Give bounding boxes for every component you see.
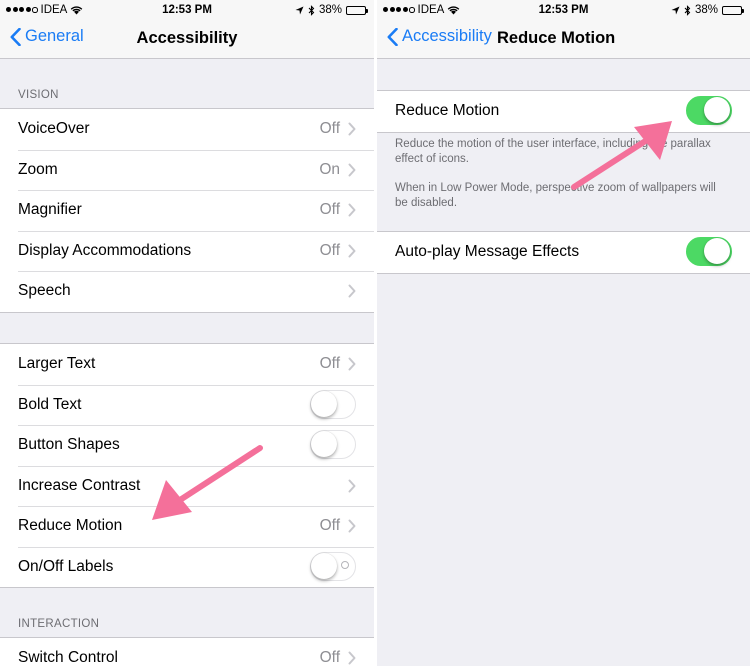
section-header-interaction: INTERACTION — [18, 618, 100, 630]
auto-play-row: Auto-play Message Effects — [377, 232, 750, 273]
row-value: Off — [319, 649, 340, 666]
settings-row-magnifier[interactable]: Magnifier Off — [0, 190, 374, 231]
settings-row-display-accommodations[interactable]: Display Accommodations Off — [0, 230, 374, 272]
settings-row-button-shapes[interactable]: Button Shapes — [0, 425, 374, 466]
settings-row-voiceover[interactable]: VoiceOver Off — [0, 109, 374, 150]
chevron-right-icon — [348, 519, 356, 533]
row-value: On — [319, 160, 340, 178]
row-label: Speech — [18, 282, 71, 300]
status-bar: IDEA 12:53 PM 38% — [0, 0, 374, 20]
row-label: VoiceOver — [18, 120, 90, 138]
back-button-label: General — [25, 27, 84, 45]
row-value: Off — [319, 241, 340, 259]
settings-row-larger-text[interactable]: Larger Text Off — [0, 344, 374, 385]
chevron-right-icon — [348, 163, 356, 176]
chevron-right-icon — [348, 244, 356, 257]
row-label: Reduce Motion — [18, 517, 123, 535]
reduce-motion-description: Reduce the motion of the user interface,… — [395, 138, 711, 165]
low-power-mode-note: When in Low Power Mode, perspective zoom… — [395, 182, 716, 209]
row-value: Off — [319, 355, 340, 373]
row-label: Magnifier — [18, 201, 82, 219]
vision-group: VoiceOver Off Zoom On Magnifier Off Display Ac… — [0, 108, 374, 313]
battery-icon — [722, 5, 744, 15]
row-label: On/Off Labels — [18, 557, 114, 575]
chevron-right-icon — [348, 357, 356, 371]
back-button-general[interactable]: General — [10, 27, 84, 46]
settings-row-bold-text[interactable]: Bold Text — [0, 384, 374, 426]
on-off-labels-toggle[interactable] — [310, 551, 356, 581]
button-shapes-toggle[interactable] — [310, 430, 356, 459]
battery-icon — [346, 5, 368, 15]
auto-play-label: Auto-play Message Effects — [395, 243, 580, 261]
chevron-left-icon — [10, 27, 21, 46]
settings-row-switch-control[interactable]: Switch Control Off — [0, 638, 374, 666]
back-button-accessibility[interactable]: Accessibility — [387, 27, 492, 46]
settings-row-zoom[interactable]: Zoom On — [0, 149, 374, 191]
chevron-right-icon — [348, 284, 356, 298]
location-icon — [295, 6, 304, 14]
bluetooth-icon — [684, 4, 691, 16]
chevron-right-icon — [348, 479, 356, 492]
settings-row-reduce-motion[interactable]: Reduce Motion Off — [0, 506, 374, 547]
reduce-motion-group: Reduce Motion — [377, 90, 750, 133]
row-label: Bold Text — [18, 395, 82, 413]
row-value: Off — [319, 120, 340, 138]
display-text-group: Larger Text Off Bold Text Button Shapes Incr… — [0, 343, 374, 588]
navigation-bar: Accessibility Reduce Motion — [377, 20, 750, 59]
row-label: Display Accommodations — [18, 241, 192, 259]
interaction-group: Switch Control Off — [0, 637, 374, 666]
row-value: Off — [319, 517, 340, 535]
settings-row-on-off-labels[interactable]: On/Off Labels — [0, 546, 374, 588]
row-label: Button Shapes — [18, 436, 120, 454]
settings-row-speech[interactable]: Speech — [0, 271, 374, 312]
accessibility-screen: IDEA 12:53 PM 38% General Accessibility … — [0, 0, 374, 666]
message-effects-group: Auto-play Message Effects — [377, 231, 750, 274]
chevron-left-icon — [387, 27, 398, 46]
reduce-motion-row: Reduce Motion — [377, 91, 750, 132]
row-label: Switch Control — [18, 649, 118, 666]
location-icon — [671, 6, 680, 14]
off-label-indicator — [341, 560, 349, 569]
reduce-motion-toggle[interactable] — [686, 96, 732, 125]
bluetooth-icon — [308, 4, 315, 16]
auto-play-toggle[interactable] — [686, 237, 732, 266]
bold-text-toggle[interactable] — [310, 389, 356, 419]
section-header-vision: VISION — [18, 89, 59, 101]
settings-row-increase-contrast[interactable]: Increase Contrast — [0, 465, 374, 507]
back-button-label: Accessibility — [402, 27, 492, 45]
reduce-motion-label: Reduce Motion — [395, 102, 500, 120]
row-label: Zoom — [18, 160, 58, 178]
reduce-motion-screen: IDEA 12:53 PM 38% Accessibility Reduce M… — [377, 0, 750, 666]
row-label: Increase Contrast — [18, 476, 141, 494]
chevron-right-icon — [348, 203, 356, 217]
chevron-right-icon — [348, 122, 356, 136]
status-bar: IDEA 12:53 PM 38% — [377, 0, 750, 20]
chevron-right-icon — [348, 651, 356, 665]
battery-percent: 38% — [318, 4, 342, 16]
row-value: Off — [319, 201, 340, 219]
battery-percent: 38% — [694, 4, 718, 16]
row-label: Larger Text — [18, 355, 96, 373]
page-title: Reduce Motion — [497, 29, 616, 47]
navigation-bar: General Accessibility — [0, 20, 374, 59]
